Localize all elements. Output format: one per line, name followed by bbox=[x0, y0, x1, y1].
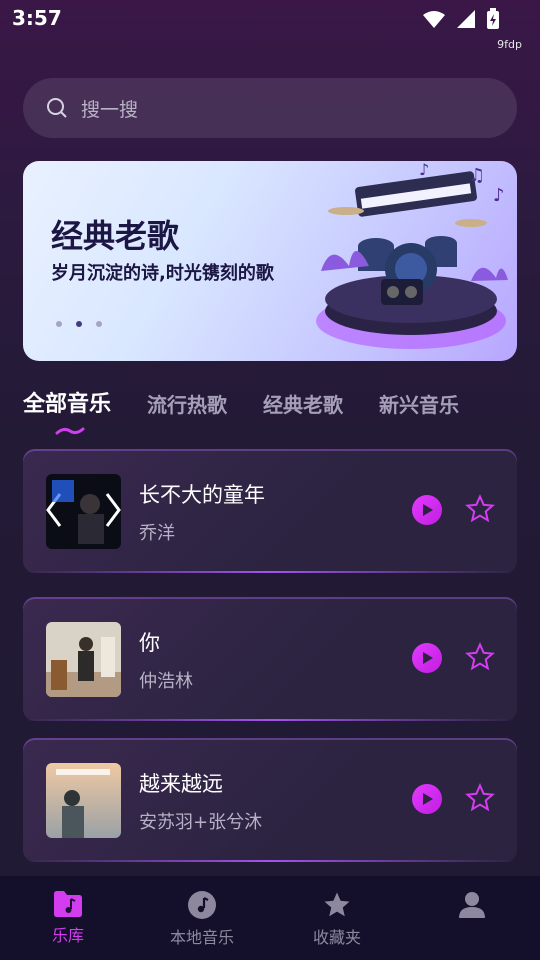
song-row[interactable]: 长不大的童年 乔洋 bbox=[23, 449, 517, 573]
category-tabs: 全部音乐 流行热歌 经典老歌 新兴音乐 bbox=[23, 386, 459, 418]
play-icon bbox=[423, 793, 433, 805]
nav-favorites[interactable]: 收藏夹 bbox=[287, 890, 387, 948]
song-artist: 乔洋 bbox=[139, 523, 175, 544]
favorite-star-icon[interactable] bbox=[465, 783, 495, 813]
play-button[interactable] bbox=[412, 784, 442, 814]
search-bar[interactable]: 搜一搜 bbox=[23, 78, 517, 138]
banner-title: 经典老歌 bbox=[51, 217, 180, 255]
album-cover bbox=[46, 763, 121, 838]
favorite-star-icon[interactable] bbox=[465, 494, 495, 524]
nav-label: 收藏夹 bbox=[312, 928, 361, 947]
album-cover bbox=[46, 622, 121, 697]
search-icon bbox=[47, 98, 67, 118]
status-debug-text: 9fdp bbox=[497, 38, 522, 51]
svg-text:♪: ♪ bbox=[419, 161, 429, 179]
tab-new-music[interactable]: 新兴音乐 bbox=[379, 389, 459, 418]
play-button[interactable] bbox=[412, 495, 442, 525]
song-artist: 仲浩林 bbox=[139, 671, 193, 692]
drum-kit-illustration: ♫ ♪ ♪ bbox=[316, 161, 508, 349]
banner-subtitle: 岁月沉淀的诗,时光镌刻的歌 bbox=[51, 263, 274, 284]
banner-carousel[interactable]: 经典老歌 岁月沉淀的诗,时光镌刻的歌 ♫ ♪ ♪ bbox=[23, 161, 517, 361]
carousel-dots bbox=[56, 321, 102, 327]
status-icons bbox=[422, 8, 500, 30]
tab-all-music[interactable]: 全部音乐 bbox=[23, 386, 111, 418]
song-row[interactable]: 你 仲浩林 bbox=[23, 597, 517, 721]
play-icon bbox=[423, 504, 433, 516]
battery-icon bbox=[487, 8, 499, 29]
song-title: 越来越远 bbox=[139, 772, 223, 796]
nav-profile[interactable] bbox=[422, 890, 522, 924]
favorite-star-icon[interactable] bbox=[465, 642, 495, 672]
album-cover bbox=[46, 474, 121, 549]
profile-icon bbox=[459, 892, 485, 918]
nav-library[interactable]: 乐库 bbox=[18, 890, 118, 946]
song-title: 长不大的童年 bbox=[139, 483, 265, 507]
svg-text:♪: ♪ bbox=[493, 185, 505, 206]
row-divider bbox=[23, 571, 517, 573]
play-button[interactable] bbox=[412, 643, 442, 673]
carousel-dot[interactable] bbox=[56, 321, 62, 327]
star-icon bbox=[324, 892, 350, 917]
song-row[interactable]: 越来越远 安苏羽+张兮沐 bbox=[23, 738, 517, 862]
bottom-nav: 乐库 本地音乐 收藏夹 bbox=[0, 876, 540, 960]
carousel-dot[interactable] bbox=[96, 321, 102, 327]
tab-indicator bbox=[55, 427, 85, 435]
row-divider bbox=[23, 860, 517, 862]
status-bar: 3:57 9fdp bbox=[0, 0, 540, 56]
nav-label: 乐库 bbox=[51, 926, 84, 945]
nav-label: 本地音乐 bbox=[169, 928, 234, 947]
search-placeholder: 搜一搜 bbox=[81, 98, 139, 121]
music-folder-icon bbox=[54, 891, 82, 917]
disc-icon bbox=[188, 891, 216, 919]
song-title: 你 bbox=[139, 631, 160, 655]
song-artist: 安苏羽+张兮沐 bbox=[139, 812, 263, 833]
nav-local-music[interactable]: 本地音乐 bbox=[152, 890, 252, 948]
row-divider bbox=[23, 719, 517, 721]
carousel-dot-active[interactable] bbox=[76, 321, 82, 327]
status-time: 3:57 bbox=[12, 6, 62, 30]
play-icon bbox=[423, 652, 433, 664]
tab-pop-hits[interactable]: 流行热歌 bbox=[147, 389, 227, 418]
svg-text:♫: ♫ bbox=[469, 165, 485, 186]
tab-classic-oldies[interactable]: 经典老歌 bbox=[263, 389, 343, 418]
wifi-icon bbox=[423, 11, 445, 28]
signal-icon bbox=[457, 10, 475, 28]
